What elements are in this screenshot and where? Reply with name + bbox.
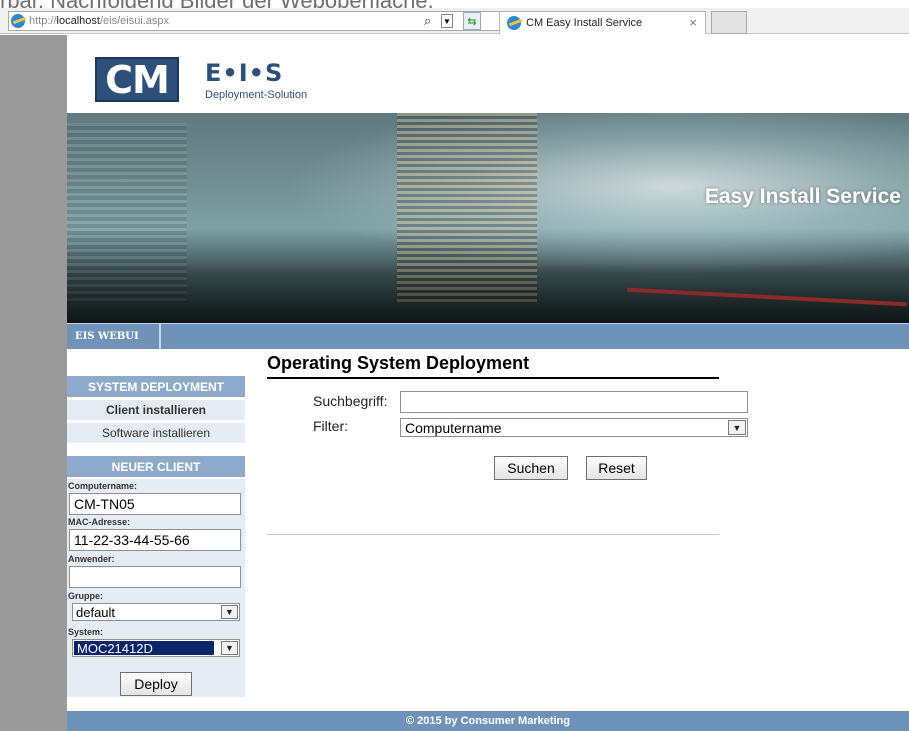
nav-item-eis-webui[interactable]: EIS WEBUI — [67, 324, 161, 349]
sidebar-item-client-installieren[interactable]: Client installieren — [67, 400, 245, 420]
divider — [267, 534, 719, 535]
search-term-input[interactable] — [400, 391, 748, 413]
site-header — [67, 35, 909, 113]
search-term-label: Suchbegriff: — [313, 393, 388, 409]
chevron-down-icon[interactable]: ▼ — [221, 641, 238, 655]
chevron-down-icon[interactable]: ▼ — [728, 420, 746, 435]
new-tab-button[interactable] — [711, 11, 747, 34]
search-button[interactable]: Suchen — [494, 456, 568, 480]
group-label: Gruppe: — [68, 591, 103, 601]
deploy-button[interactable]: Deploy — [120, 672, 192, 696]
computername-label: Computername: — [68, 481, 138, 491]
address-path: /eis/eisui.aspx — [99, 15, 170, 27]
eis-brand: E•I•S — [205, 59, 284, 87]
section-system-deployment: SYSTEM DEPLOYMENT — [67, 376, 245, 397]
tab-title: CM Easy Install Service — [526, 17, 643, 29]
address-dropdown-icon[interactable]: ▼ — [441, 14, 453, 28]
group-select-value: default — [76, 604, 116, 620]
filter-label: Filter: — [313, 418, 348, 434]
user-label: Anwender: — [68, 554, 115, 564]
page-title: Operating System Deployment — [267, 353, 530, 373]
user-field[interactable] — [69, 566, 241, 588]
chevron-down-icon[interactable]: ▼ — [221, 605, 238, 619]
left-gutter — [0, 35, 67, 731]
browser-tab[interactable]: CM Easy Install Service × — [499, 11, 706, 34]
section-neuer-client: NEUER CLIENT — [67, 456, 245, 477]
close-tab-icon[interactable]: × — [689, 15, 697, 30]
filter-select[interactable]: Computername ▼ — [400, 418, 748, 437]
mac-field[interactable]: 11-22-33-44-55-66 — [69, 529, 241, 551]
computername-field[interactable]: CM-TN05 — [69, 493, 241, 515]
ie-icon — [11, 14, 25, 28]
group-select[interactable]: default ▼ — [72, 603, 240, 621]
header-banner: Easy Install Service — [67, 113, 909, 323]
title-underline — [267, 377, 719, 379]
system-label: System: — [68, 627, 104, 637]
system-select-value: MOC21412D — [74, 641, 214, 656]
cm-logo: CM — [95, 57, 179, 102]
nav-bar: EIS WEBUI — [67, 323, 909, 349]
banner-title: Easy Install Service — [704, 185, 901, 208]
reset-button[interactable]: Reset — [586, 456, 647, 480]
compat-view-icon[interactable]: ⇆ — [463, 12, 481, 30]
mac-label: MAC-Adresse: — [68, 517, 131, 527]
tab-ie-icon — [507, 16, 521, 30]
page: rbar. Nachfolgend Bilder der Weboberfläc… — [0, 0, 909, 731]
browser-toolbar: http://localhost/eis/eisui.aspx ⌕ ▼ ⇆ CM… — [0, 8, 909, 34]
filter-select-value: Computername — [405, 419, 502, 436]
sidebar-item-software-installieren[interactable]: Software installieren — [67, 423, 245, 443]
address-host: localhost — [56, 15, 100, 27]
brand-subtitle: Deployment-Solution — [205, 89, 308, 101]
system-select[interactable]: MOC21412D ▼ — [72, 639, 240, 657]
footer: © 2015 by Consumer Marketing — [67, 711, 909, 731]
address-prefix: http:// — [29, 15, 57, 27]
